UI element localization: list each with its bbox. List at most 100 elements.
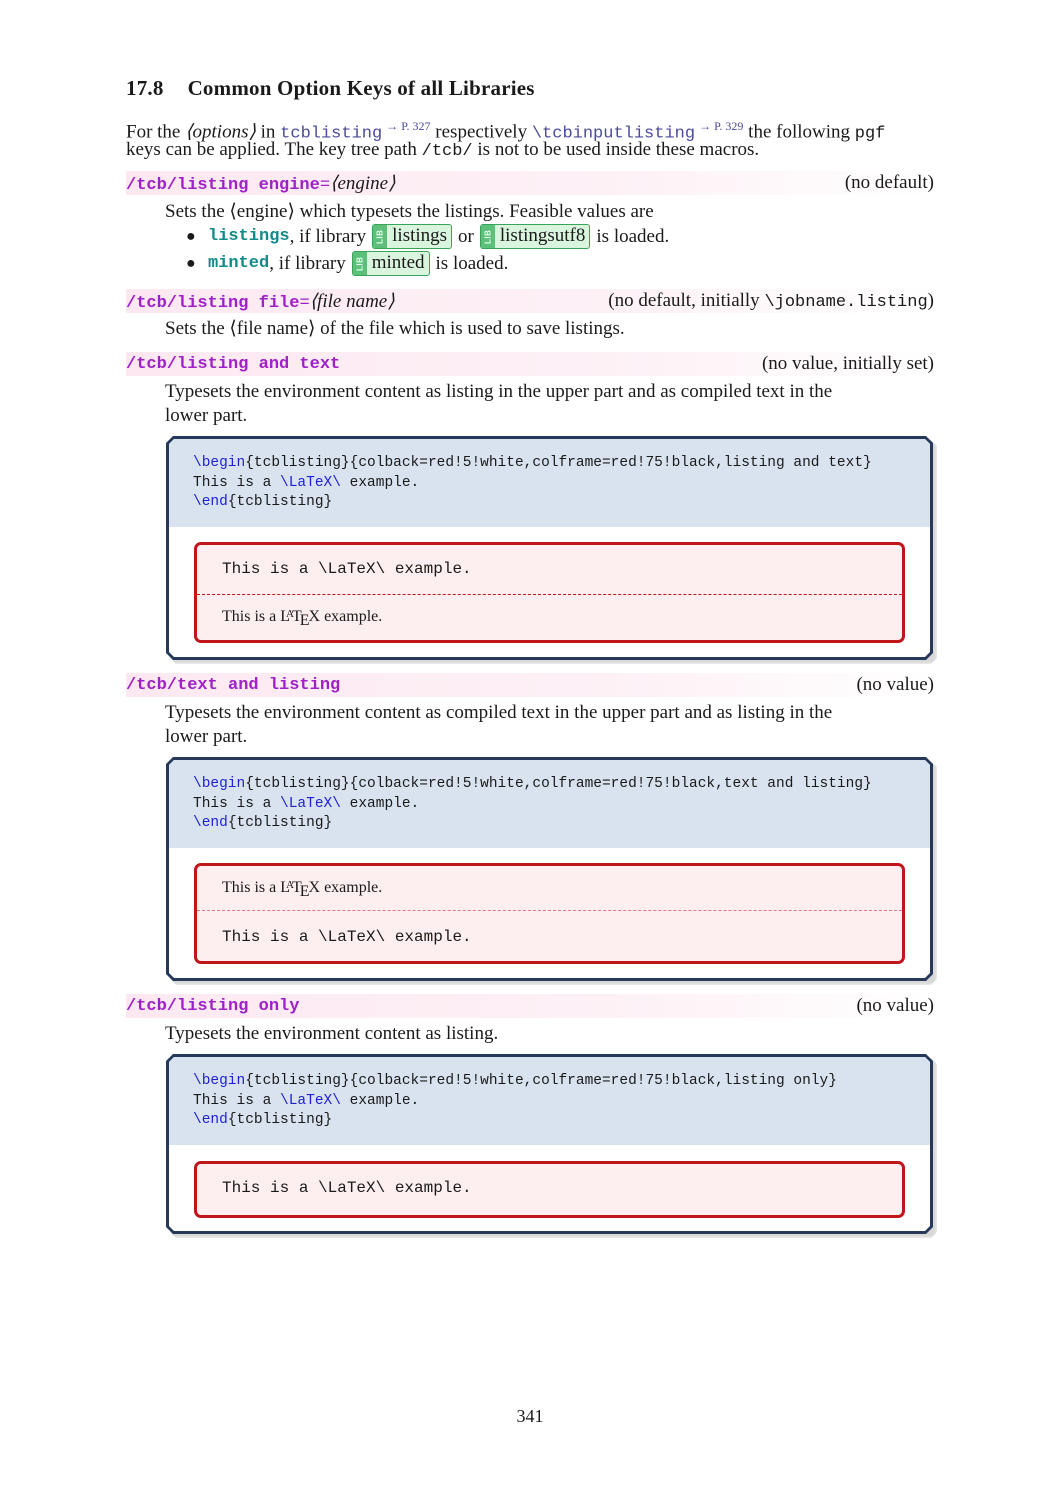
equals: = <box>319 175 331 195</box>
lib-tag: LIB <box>373 225 388 248</box>
code-text: example. <box>340 1092 420 1109</box>
key-arg: ⟨file name⟩ <box>309 290 395 312</box>
result-listing-text: This is a \LaTeX\ example. <box>222 1179 472 1197</box>
key-arg: ⟨engine⟩ <box>330 172 396 194</box>
lib-name: minted <box>371 252 425 273</box>
key-listing-only: /tcb/listing only (no value) <box>126 994 934 1018</box>
key-name: /tcb/text and listing <box>126 675 341 695</box>
dashed-separator <box>197 910 902 911</box>
code-line: This is a \LaTeX\ example. <box>193 474 930 494</box>
result-listing-text: This is a \LaTeX\ example. <box>222 560 472 578</box>
intro-line-2: keys can be applied. The key tree path /… <box>126 138 759 164</box>
text: , if library <box>289 225 367 247</box>
lib-tag: LIB <box>352 252 367 275</box>
value-minted: minted <box>208 254 270 273</box>
code-text: {tcblisting}{colback=red!5!white,colfram… <box>245 1073 837 1089</box>
key-description-line-1: Typesets the environment content as list… <box>165 381 833 402</box>
latex-logo: LATEX <box>280 879 321 900</box>
list-item: ● minted, if library LIB minted is loaded… <box>186 250 669 277</box>
example-inner: \begin{tcblisting}{colback=red!5!white,c… <box>169 760 930 978</box>
key-description: Sets the ⟨engine⟩ which typesets the lis… <box>165 201 654 222</box>
code-line: \end{tcblisting} <box>193 493 930 513</box>
key-name: /tcb/listing only <box>126 996 300 1016</box>
code-keyword: \end <box>193 1112 228 1128</box>
code-keyword: \LaTeX\ <box>280 474 341 491</box>
code-line: \begin{tcblisting}{colback=red!5!white,c… <box>193 1072 930 1092</box>
result-compiled-text: This is a LATEX example. <box>222 608 382 626</box>
page-ref-327[interactable]: → P. 327 <box>386 119 430 133</box>
code-listing: \begin{tcblisting}{colback=red!5!white,c… <box>169 760 930 848</box>
example-frame: \begin{tcblisting}{colback=red!5!white,c… <box>166 436 933 660</box>
key-listing-engine: /tcb/listing engine=⟨engine⟩ (no default… <box>126 171 934 195</box>
text: keys can be applied. The key tree path <box>126 139 422 160</box>
jobname-code: \jobname.listing <box>764 293 928 312</box>
key-description-line-2: lower part. <box>165 405 248 426</box>
code-text: {tcblisting} <box>227 494 333 510</box>
text: (no default, initially <box>608 290 765 311</box>
key-description-line-2: lower part. <box>165 726 248 747</box>
lib-badge-minted[interactable]: LIB minted <box>351 251 430 276</box>
value-listings: listings <box>208 227 290 246</box>
key-text-and-listing: /tcb/text and listing (no value) <box>126 673 934 697</box>
key-name: /tcb/listing and text <box>126 354 341 374</box>
code-keyword: \begin <box>193 455 246 471</box>
key-default: (no value) <box>856 995 934 1016</box>
page-ref-329[interactable]: → P. 329 <box>699 119 743 133</box>
code-text: This is a <box>193 474 281 491</box>
code-keyword: \LaTeX\ <box>280 795 341 812</box>
key-default: (no value, initially set) <box>761 353 934 374</box>
example-frame: \begin{tcblisting}{colback=red!5!white,c… <box>166 1054 933 1234</box>
code-keyword: \begin <box>193 776 246 792</box>
section-number: 17.8 <box>126 76 164 100</box>
key-description-line-1: Typesets the environment content as comp… <box>165 702 833 723</box>
result-box: This is a \LaTeX\ example. <box>194 1161 905 1218</box>
section-heading: 17.8 Common Option Keys of all Libraries <box>126 76 535 101</box>
key-listing-file: /tcb/listing file=⟨file name⟩ (no defaul… <box>126 289 934 313</box>
code-text: {tcblisting}{colback=red!5!white,colfram… <box>245 455 872 471</box>
code-text: This is a <box>193 1092 281 1109</box>
key-name: /tcb/listing file=⟨file name⟩ <box>126 290 395 313</box>
code-line: \begin{tcblisting}{colback=red!5!white,c… <box>193 775 930 795</box>
lib-badge-listings[interactable]: LIB listings <box>372 224 453 249</box>
section-title: Common Option Keys of all Libraries <box>187 76 535 100</box>
code-text: {tcblisting}{colback=red!5!white,colfram… <box>245 776 872 792</box>
code-keyword: \end <box>193 815 228 831</box>
lib-badge-listingsutf8[interactable]: LIB listingsutf8 <box>479 224 591 249</box>
text: This is a <box>222 608 281 625</box>
lib-name: listingsutf8 <box>499 225 586 246</box>
engine-values-list: ● listings, if library LIB listings or LI… <box>186 223 669 277</box>
code-text: example. <box>340 795 420 812</box>
code-listing: \begin{tcblisting}{colback=red!5!white,c… <box>169 439 930 527</box>
key-default: (no default) <box>844 172 934 193</box>
code-line: \begin{tcblisting}{colback=red!5!white,c… <box>193 454 930 474</box>
text: ) <box>927 290 934 311</box>
latex-logo: LATEX <box>280 608 321 629</box>
example-inner: \begin{tcblisting}{colback=red!5!white,c… <box>169 439 930 657</box>
pgf-code: pgf <box>854 124 886 144</box>
bullet-icon: ● <box>186 227 196 245</box>
bullet-icon: ● <box>186 254 196 272</box>
key-description: Typesets the environment content as list… <box>165 1023 499 1044</box>
text: is loaded. <box>435 252 509 274</box>
equals: = <box>299 293 310 313</box>
tcb-path-code: /tcb/ <box>421 142 473 161</box>
text: is loaded. <box>596 225 670 247</box>
code-text: {tcblisting} <box>227 815 333 831</box>
code-listing: \begin{tcblisting}{colback=red!5!white,c… <box>169 1057 930 1145</box>
page-number: 341 <box>516 1406 544 1426</box>
key-name: /tcb/listing engine=⟨engine⟩ <box>126 172 396 195</box>
code-text: This is a <box>193 795 281 812</box>
result-box: This is a LATEX example. This is a \LaTe… <box>194 863 905 964</box>
example-listing-and-text: \begin{tcblisting}{colback=red!5!white,c… <box>166 436 936 664</box>
code-keyword: \end <box>193 494 228 510</box>
lib-name: listings <box>392 225 448 246</box>
code-keyword: \begin <box>193 1073 246 1089</box>
code-keyword: \LaTeX\ <box>280 1092 341 1109</box>
result-compiled-text: This is a LATEX example. <box>222 879 382 897</box>
result-listing-text: This is a \LaTeX\ example. <box>222 928 472 946</box>
result-box: This is a \LaTeX\ example. This is a LAT… <box>194 542 905 643</box>
example-listing-only: \begin{tcblisting}{colback=red!5!white,c… <box>166 1054 936 1238</box>
text: This is a <box>222 879 281 896</box>
example-inner: \begin{tcblisting}{colback=red!5!white,c… <box>169 1057 930 1231</box>
text: example. <box>320 608 383 625</box>
